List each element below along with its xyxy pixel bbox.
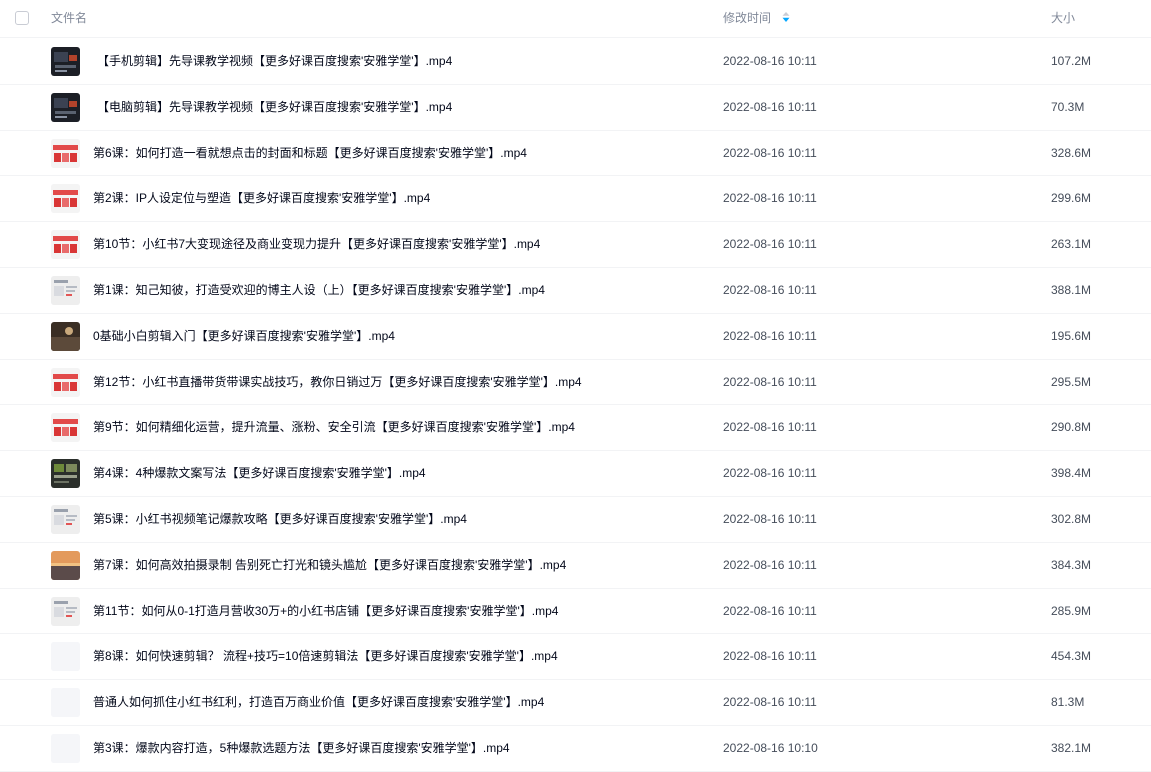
- file-name-link[interactable]: 第7课：如何高效拍摄录制 告别死亡打光和镜头尴尬【更多好课百度搜索'安雅学堂'】…: [93, 543, 566, 587]
- file-list-header: 文件名 修改时间 大小: [0, 0, 1151, 38]
- video-thumbnail: [51, 92, 80, 122]
- file-name-link[interactable]: 第2课：IP人设定位与塑造【更多好课百度搜索'安雅学堂'】.mp4: [93, 176, 430, 220]
- file-size: 398.4M: [1051, 466, 1092, 481]
- file-size: 382.1M: [1051, 740, 1092, 755]
- video-thumbnail: [51, 413, 80, 443]
- file-row[interactable]: 第12节：小红书直播带货带课实战技巧，教你日销过万【更多好课百度搜索'安雅学堂'…: [0, 360, 1151, 406]
- file-name-link[interactable]: 第10节：小红书7大变现途径及商业变现力提升【更多好课百度搜索'安雅学堂'】.m…: [93, 222, 540, 266]
- file-name-link[interactable]: 第4课：4种爆款文案写法【更多好课百度搜索'安雅学堂'】.mp4: [93, 451, 426, 495]
- file-row[interactable]: 普通人如何抓住小红书红利，打造百万商业价值【更多好课百度搜索'安雅学堂'】.mp…: [0, 680, 1151, 726]
- file-row[interactable]: 第2课：IP人设定位与塑造【更多好课百度搜索'安雅学堂'】.mp4 2022-08…: [0, 176, 1151, 223]
- video-thumbnail: [51, 138, 80, 168]
- file-size: 290.8M: [1051, 420, 1092, 435]
- file-name-link[interactable]: 第3课：爆款内容打造，5种爆款选题方法【更多好课百度搜索'安雅学堂'】.mp4: [93, 726, 510, 770]
- file-modified-time: 2022-08-16 10:11: [723, 54, 817, 68]
- file-name-link[interactable]: 普通人如何抓住小红书红利，打造百万商业价值【更多好课百度搜索'安雅学堂'】.mp…: [93, 680, 544, 724]
- file-name-link[interactable]: 第1课：知己知彼，打造受欢迎的博主人设（上）【更多好课百度搜索'安雅学堂'】.m…: [93, 268, 545, 312]
- video-thumbnail: [51, 321, 80, 351]
- file-size: 328.6M: [1051, 145, 1092, 160]
- video-thumbnail: [51, 733, 80, 763]
- video-thumbnail: [51, 642, 80, 672]
- video-thumbnail: [51, 230, 80, 260]
- file-modified-time: 2022-08-16 10:10: [723, 740, 818, 755]
- video-thumbnail: [51, 184, 80, 214]
- file-size: 295.5M: [1051, 374, 1092, 389]
- file-modified-time: 2022-08-16 10:11: [723, 191, 817, 206]
- file-name-link[interactable]: 第11节：如何从0-1打造月营收30万+的小红书店铺【更多好课百度搜索'安雅学堂…: [93, 589, 558, 633]
- file-name-link[interactable]: 0基础小白剪辑入门【更多好课百度搜索'安雅学堂'】.mp4: [93, 314, 395, 358]
- file-modified-time: 2022-08-16 10:11: [723, 99, 817, 114]
- video-thumbnail: [51, 596, 80, 626]
- file-size: 81.3M: [1051, 695, 1085, 710]
- file-modified-time: 2022-08-16 10:11: [723, 374, 817, 389]
- file-modified-time: 2022-08-16 10:11: [723, 145, 817, 160]
- file-row[interactable]: 第9节：如何精细化运营，提升流量、涨粉、安全引流【更多好课百度搜索'安雅学堂'】…: [0, 405, 1151, 452]
- file-size: 195.6M: [1051, 328, 1092, 343]
- file-row[interactable]: 第4课：4种爆款文案写法【更多好课百度搜索'安雅学堂'】.mp4 2022-08-…: [0, 451, 1151, 497]
- select-all-checkbox[interactable]: [15, 11, 29, 25]
- file-modified-time: 2022-08-16 10:11: [723, 420, 817, 435]
- file-name-link[interactable]: 第5课：小红书视频笔记爆款攻略【更多好课百度搜索'安雅学堂'】.mp4: [93, 497, 467, 541]
- video-thumbnail: [51, 47, 80, 76]
- video-thumbnail: [51, 367, 80, 397]
- file-modified-time: 2022-08-16 10:11: [723, 649, 817, 664]
- file-modified-time: 2022-08-16 10:11: [723, 328, 817, 343]
- file-row[interactable]: 【手机剪辑】先导课教学视频【更多好课百度搜索'安雅学堂'】.mp4 2022-08…: [0, 39, 1151, 85]
- file-row[interactable]: 第5课：小红书视频笔记爆款攻略【更多好课百度搜索'安雅学堂'】.mp4 2022-…: [0, 497, 1151, 543]
- video-thumbnail: [51, 275, 80, 305]
- column-header-modified-time-label: 修改时间: [723, 11, 772, 25]
- video-thumbnail: [51, 504, 80, 534]
- file-modified-time: 2022-08-16 10:11: [723, 511, 817, 526]
- file-size: 388.1M: [1051, 282, 1092, 297]
- file-row[interactable]: 第1课：知己知彼，打造受欢迎的博主人设（上）【更多好课百度搜索'安雅学堂'】.m…: [0, 268, 1151, 314]
- video-thumbnail: [51, 459, 80, 489]
- file-name-link[interactable]: 第12节：小红书直播带货带课实战技巧，教你日销过万【更多好课百度搜索'安雅学堂'…: [93, 360, 582, 404]
- file-list: 【手机剪辑】先导课教学视频【更多好课百度搜索'安雅学堂'】.mp4 2022-08…: [0, 39, 1151, 772]
- file-row[interactable]: 第11节：如何从0-1打造月营收30万+的小红书店铺【更多好课百度搜索'安雅学堂…: [0, 589, 1151, 635]
- file-name-link[interactable]: 【电脑剪辑】先导课教学视频【更多好课百度搜索'安雅学堂'】.mp4: [97, 85, 452, 129]
- video-thumbnail: [51, 688, 80, 718]
- file-row[interactable]: 第10节：小红书7大变现途径及商业变现力提升【更多好课百度搜索'安雅学堂'】.m…: [0, 222, 1151, 268]
- file-size: 107.2M: [1051, 54, 1092, 68]
- file-size: 302.8M: [1051, 511, 1092, 526]
- file-modified-time: 2022-08-16 10:11: [723, 603, 817, 618]
- file-name-link[interactable]: 第6课：如何打造一看就想点击的封面和标题【更多好课百度搜索'安雅学堂'】.mp4: [93, 131, 527, 175]
- file-modified-time: 2022-08-16 10:11: [723, 695, 817, 710]
- file-name-link[interactable]: 第8课：如何快速剪辑？ 流程+技巧=10倍速剪辑法【更多好课百度搜索'安雅学堂'…: [93, 634, 558, 678]
- file-modified-time: 2022-08-16 10:11: [723, 282, 817, 297]
- file-size: 454.3M: [1051, 649, 1092, 664]
- sort-descending-icon[interactable]: [782, 0, 790, 36]
- file-modified-time: 2022-08-16 10:11: [723, 557, 817, 572]
- file-size: 285.9M: [1051, 603, 1092, 618]
- file-size: 70.3M: [1051, 99, 1085, 114]
- file-name-link[interactable]: 第9节：如何精细化运营，提升流量、涨粉、安全引流【更多好课百度搜索'安雅学堂'】…: [93, 405, 575, 449]
- file-row[interactable]: 第3课：爆款内容打造，5种爆款选题方法【更多好课百度搜索'安雅学堂'】.mp4 2…: [0, 726, 1151, 772]
- column-header-size[interactable]: 大小: [1051, 0, 1075, 36]
- file-name-link[interactable]: 【手机剪辑】先导课教学视频【更多好课百度搜索'安雅学堂'】.mp4: [97, 39, 452, 83]
- column-header-name[interactable]: 文件名: [51, 0, 87, 36]
- video-thumbnail: [51, 550, 80, 580]
- file-modified-time: 2022-08-16 10:11: [723, 466, 817, 481]
- file-size: 263.1M: [1051, 237, 1092, 252]
- file-row[interactable]: 第6课：如何打造一看就想点击的封面和标题【更多好课百度搜索'安雅学堂'】.mp4…: [0, 131, 1151, 177]
- file-row[interactable]: 0基础小白剪辑入门【更多好课百度搜索'安雅学堂'】.mp4 2022-08-16 …: [0, 314, 1151, 360]
- file-modified-time: 2022-08-16 10:11: [723, 237, 817, 252]
- file-row[interactable]: 第8课：如何快速剪辑？ 流程+技巧=10倍速剪辑法【更多好课百度搜索'安雅学堂'…: [0, 634, 1151, 681]
- file-row[interactable]: 第7课：如何高效拍摄录制 告别死亡打光和镜头尴尬【更多好课百度搜索'安雅学堂'】…: [0, 543, 1151, 589]
- column-header-modified-time[interactable]: 修改时间: [723, 0, 790, 37]
- file-size: 384.3M: [1051, 557, 1092, 572]
- file-size: 299.6M: [1051, 191, 1092, 206]
- file-row[interactable]: 【电脑剪辑】先导课教学视频【更多好课百度搜索'安雅学堂'】.mp4 2022-08…: [0, 85, 1151, 131]
